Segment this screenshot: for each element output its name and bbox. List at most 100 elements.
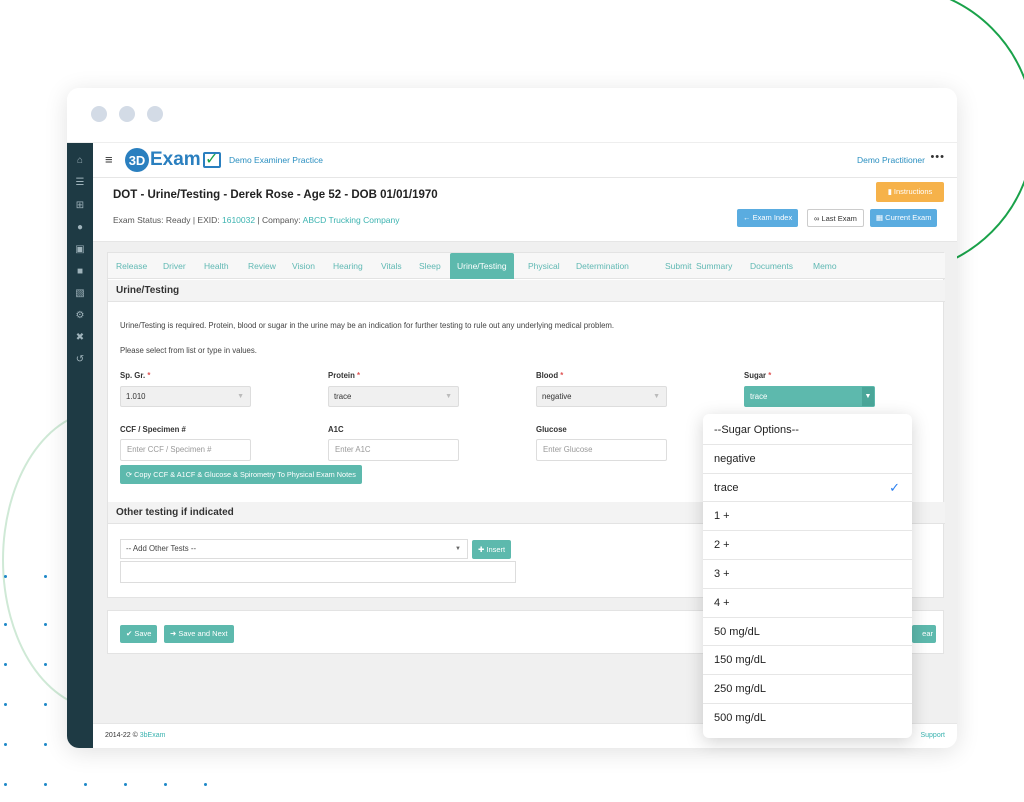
save-button[interactable]: ✔ Save [120, 625, 158, 643]
sugar-select[interactable]: trace ▼ [744, 386, 875, 407]
save-and-next-button[interactable]: ➜ Save and Next [164, 625, 234, 643]
tab-health[interactable]: Health [204, 261, 229, 271]
sugar-option[interactable]: 1 + [703, 502, 912, 532]
sugar-options-dropdown: --Sugar Options-- negative trace ✓ 1 + 2 + 3 +… [703, 414, 912, 738]
truck-icon[interactable]: ▣ [67, 244, 93, 255]
exid-link[interactable]: 1610032 [222, 215, 255, 225]
sugar-option[interactable]: 3 + [703, 560, 912, 589]
add-other-tests-select[interactable]: -- Add Other Tests -- ▼ [120, 539, 468, 559]
tab-vitals[interactable]: Vitals [381, 261, 402, 271]
sugar-option[interactable]: --Sugar Options-- [703, 416, 912, 445]
window-titlebar [67, 88, 957, 143]
sugar-option-label: 3 + [714, 568, 730, 580]
calendar-icon: ▦ [876, 213, 886, 222]
select-note: Please select from list or type in value… [120, 346, 257, 355]
glucose-input[interactable]: Enter Glucose [536, 439, 667, 461]
sugar-option-label: negative [714, 452, 756, 465]
exam-status: Exam Status: Ready | EXID: 1610032 | Com… [113, 215, 400, 225]
sugar-option[interactable]: 2 + [703, 531, 912, 560]
tab-determination[interactable]: Determination [576, 261, 629, 271]
arrow-left-icon: ← [743, 213, 753, 222]
sugar-option[interactable]: 150 mg/dL [703, 646, 912, 676]
hamburger-menu-icon[interactable]: ≡ [105, 152, 113, 167]
save-next-label: Save and Next [178, 629, 228, 638]
top-bar: ≡ 3D Exam ✓ Demo Examiner Practice Demo … [93, 143, 957, 178]
ccf-input[interactable]: Enter CCF / Specimen # [120, 439, 251, 461]
window-dot [147, 106, 163, 122]
exam-index-button[interactable]: ← Exam Index [737, 209, 799, 227]
tab-submit[interactable]: Submit [665, 261, 691, 271]
tab-physical[interactable]: Physical [528, 261, 560, 271]
current-exam-button[interactable]: ▦ Current Exam [870, 209, 938, 227]
exam-tabs: Release Driver Health Review Vision Hearing Vi… [108, 253, 945, 279]
bar-chart-icon[interactable]: ▧ [67, 288, 93, 299]
tab-driver[interactable]: Driver [163, 261, 186, 271]
practitioner-link[interactable]: Demo Practitioner [857, 155, 925, 165]
sugar-option-label: 150 mg/dL [714, 654, 766, 667]
insert-label: Insert [486, 545, 506, 554]
protein-select[interactable]: trace ▼ [328, 386, 459, 407]
sugar-option-label: 500 mg/dL [714, 712, 766, 724]
sugar-label: Sugar * [744, 371, 772, 380]
sugar-option-label: 1 + [714, 510, 730, 523]
plus-square-icon[interactable]: ⊞ [67, 200, 93, 211]
other-tests-textarea[interactable] [120, 561, 516, 583]
instructions-label: Instructions [893, 187, 933, 196]
list-icon[interactable]: ☰ [67, 177, 93, 188]
tab-summary[interactable]: Summary [696, 261, 732, 271]
logout-icon[interactable]: ↺ [67, 354, 93, 365]
folder-icon[interactable]: ■ [67, 266, 93, 277]
tools-icon[interactable]: ✖ [67, 332, 93, 343]
tab-sleep[interactable]: Sleep [419, 261, 441, 271]
blood-select[interactable]: negative ▼ [536, 386, 667, 407]
practice-link[interactable]: Demo Examiner Practice [229, 155, 323, 165]
logo-mark: 3D [125, 148, 149, 172]
urine-note: Urine/Testing is required. Protein, bloo… [120, 321, 615, 330]
tab-urine-testing[interactable]: Urine/Testing [450, 253, 514, 279]
sugar-option[interactable]: 500 mg/dL [703, 704, 912, 733]
tab-release[interactable]: Release [116, 261, 147, 271]
sugar-option[interactable]: 250 mg/dL [703, 675, 912, 704]
chevron-down-icon: ▼ [237, 393, 244, 400]
sp-gr-select[interactable]: 1.010 ▼ [120, 386, 251, 407]
a1c-input[interactable]: Enter A1C [328, 439, 459, 461]
exam-status-prefix: Exam Status: Ready | EXID: [113, 215, 222, 225]
tab-memo[interactable]: Memo [813, 261, 837, 271]
sugar-option[interactable]: 4 + [703, 589, 912, 618]
company-prefix: | Company: [255, 215, 303, 225]
copyright: 2014-22 © 3bExam [105, 732, 166, 739]
user-icon[interactable]: ● [67, 222, 93, 233]
tab-hearing[interactable]: Hearing [333, 261, 363, 271]
sugar-option[interactable]: negative [703, 445, 912, 474]
window-dot [91, 106, 107, 122]
more-menu-icon[interactable]: ••• [930, 151, 945, 163]
last-exam-label: Last Exam [821, 214, 857, 223]
clear-button[interactable]: ear [912, 625, 936, 643]
chevron-down-icon: ▼ [445, 393, 452, 400]
sugar-option[interactable]: 50 mg/dL [703, 618, 912, 647]
sugar-option-label: 2 + [714, 539, 730, 552]
copyright-link[interactable]: 3bExam [140, 732, 166, 739]
exam-title: DOT - Urine/Testing - Derek Rose - Age 5… [113, 189, 438, 201]
copy-to-notes-button[interactable]: ⟳ Copy CCF & A1CF & Glucose & Spirometry… [120, 465, 362, 484]
sugar-option-label: --Sugar Options-- [714, 424, 799, 436]
sugar-option-label: 50 mg/dL [714, 625, 760, 638]
instructions-button[interactable]: ▮ Instructions [876, 182, 944, 202]
icon-rail: ⌂ ☰ ⊞ ● ▣ ■ ▧ ⚙ ✖ ↺ [67, 143, 93, 748]
tab-review[interactable]: Review [248, 261, 276, 271]
window-dot [119, 106, 135, 122]
home-icon[interactable]: ⌂ [67, 155, 93, 166]
company-link[interactable]: ABCD Trucking Company [303, 215, 400, 225]
sugar-option[interactable]: trace ✓ [703, 474, 912, 503]
chevron-down-icon: ▼ [455, 546, 461, 552]
insert-button[interactable]: ✚ Insert [472, 540, 512, 559]
stage: ⌂ ☰ ⊞ ● ▣ ■ ▧ ⚙ ✖ ↺ ≡ 3D Exam ✓ Demo Exa… [0, 0, 1024, 802]
gear-icon[interactable]: ⚙ [67, 310, 93, 321]
tab-documents[interactable]: Documents [750, 261, 793, 271]
tab-vision[interactable]: Vision [292, 261, 315, 271]
support-link[interactable]: Support [920, 732, 945, 739]
last-exam-button[interactable]: ∞ Last Exam [807, 209, 864, 227]
logo[interactable]: 3D Exam ✓ [125, 147, 221, 173]
sugar-option-label: trace [714, 481, 739, 494]
exam-index-label: Exam Index [752, 213, 793, 222]
